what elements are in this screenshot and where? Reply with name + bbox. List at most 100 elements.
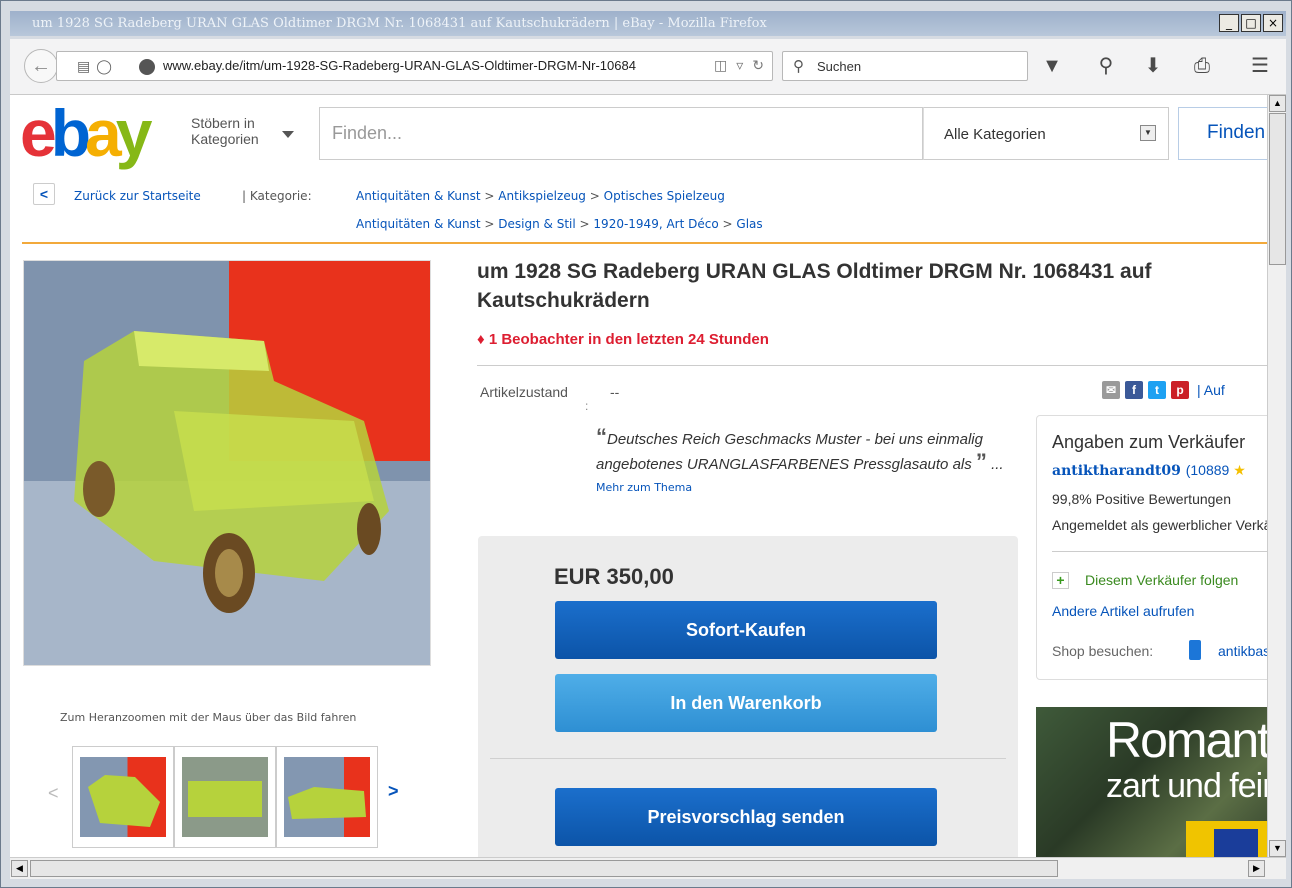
scroll-right-arrow-icon[interactable]: ▶ (1248, 860, 1265, 877)
url-bar-icons: ▤ ◯ (77, 58, 112, 75)
close-button[interactable]: × (1263, 14, 1283, 32)
chevron-down-icon[interactable] (282, 131, 294, 138)
vertical-scroll-thumb[interactable] (1269, 113, 1286, 265)
scroll-left-arrow-icon[interactable]: ◀ (11, 860, 28, 877)
breadcrumb-separator: > (579, 217, 594, 231)
buy-box-divider (490, 758, 1006, 759)
ad-headline: Romantik (1106, 712, 1267, 768)
browser-window: um 1928 SG Radeberg URAN GLAS Oldtimer D… (0, 0, 1292, 888)
seller-feedback-score[interactable]: (10889 ★ (1186, 462, 1246, 478)
shop-name-link[interactable]: antikbasis (1218, 643, 1267, 659)
zoom-hint: Zum Heranzoomen mit der Maus über das Bi… (60, 711, 357, 724)
find-button[interactable]: Finden (1178, 107, 1267, 160)
thumb-prev-icon[interactable]: < (48, 783, 59, 804)
browse-categories[interactable]: Stöbern in Kategorien (191, 115, 259, 147)
category-label: | Kategorie: (242, 189, 312, 203)
seller-heading: Angaben zum Verkäufer (1052, 432, 1246, 452)
follow-seller-link[interactable]: Diesem Verkäufer folgen (1085, 572, 1238, 588)
minimize-button[interactable]: _ (1219, 14, 1239, 32)
breadcrumb-path-2: Antiquitäten & Kunst > Design & Stil > 1… (356, 217, 763, 231)
other-items-link[interactable]: Andere Artikel aufrufen (1052, 603, 1194, 619)
breadcrumb-link[interactable]: Antikspielzeug (498, 189, 586, 203)
breadcrumb-separator: > (484, 217, 499, 231)
browse-line1: Stöbern in (191, 115, 255, 131)
horizontal-scroll-thumb[interactable] (30, 860, 1058, 877)
breadcrumb-separator: > (484, 189, 499, 203)
add-to-cart-button[interactable]: In den Warenkorb (555, 674, 937, 732)
item-price: EUR 350,00 (554, 564, 674, 589)
ad-subline: zart und fein (1106, 767, 1267, 805)
menu-icon[interactable]: ☰ (1248, 54, 1272, 78)
breadcrumb-link[interactable]: Design & Stil (498, 217, 575, 231)
thumbnail-3[interactable] (276, 746, 378, 848)
buy-now-button[interactable]: Sofort-Kaufen (555, 601, 937, 659)
window-controls: _ □ × (1219, 14, 1283, 32)
ebay-page: ebay Stöbern in Kategorien Finden... All… (10, 95, 1267, 857)
category-select[interactable]: Alle Kategorien ▼ (923, 107, 1169, 160)
back-to-home-link[interactable]: Zurück zur Startseite (74, 189, 201, 203)
positive-feedback: 99,8% Positive Bewertungen (1052, 491, 1231, 507)
seller-divider (1052, 551, 1267, 552)
url-text[interactable]: www.ebay.de/itm/um-1928-SG-Radeberg-URAN… (163, 58, 636, 73)
search-icon: ⚲ (793, 58, 804, 75)
breadcrumb-link[interactable]: Antiquitäten & Kunst (356, 189, 481, 203)
url-bar-tools: ◫ ▿ ↻ (714, 57, 764, 74)
watchers-text: 1 Beobachter in den letzten 24 Stunden (488, 331, 769, 348)
header-divider (22, 242, 1267, 244)
twitter-icon[interactable]: t (1148, 381, 1166, 399)
seller-quote: “Deutsches Reich Geschmacks Muster - bei… (596, 426, 1016, 499)
browser-search-box[interactable]: ⚲ Suchen (782, 51, 1028, 81)
share-icons: ✉ f t p | Auf (1102, 381, 1225, 399)
category-select-value: Alle Kategorien (944, 126, 1046, 143)
download-icon[interactable]: ⬇ (1141, 54, 1165, 78)
breadcrumb-link[interactable]: Glas (736, 217, 762, 231)
plus-icon[interactable]: + (1052, 572, 1069, 589)
seller-type: Angemeldet als gewerblicher Verkäufer (1052, 517, 1267, 533)
globe-icon[interactable] (139, 59, 155, 75)
shop-label: Shop besuchen: (1052, 643, 1154, 659)
reader-view-icon[interactable]: ◫ (714, 57, 727, 74)
seller-name-link[interactable]: antiktharandt09 (1052, 463, 1181, 479)
advertisement-banner[interactable]: Romantik zart und fein (1036, 707, 1267, 857)
product-main-image[interactable] (23, 260, 431, 666)
ebay-logo[interactable]: ebay (20, 100, 152, 166)
facebook-icon[interactable]: f (1125, 381, 1143, 399)
reload-icon[interactable]: ↻ (752, 57, 764, 74)
scroll-down-arrow-icon[interactable]: ▼ (1269, 840, 1286, 857)
search-icon[interactable]: ⚲ (1094, 54, 1118, 78)
breadcrumb-link[interactable]: Antiquitäten & Kunst (356, 217, 481, 231)
shop-icon[interactable] (1189, 640, 1201, 660)
print-icon[interactable]: ⎙ (1190, 54, 1214, 78)
find-input[interactable]: Finden... (319, 107, 923, 160)
thumb-next-icon[interactable]: > (388, 781, 399, 802)
thumbnail-1[interactable] (72, 746, 174, 848)
share-more-link[interactable]: | Auf (1197, 382, 1225, 398)
thumbnail-2[interactable] (174, 746, 276, 848)
window-title: um 1928 SG Radeberg URAN GLAS Oldtimer D… (32, 16, 767, 31)
shield-icon[interactable]: ◯ (96, 58, 112, 75)
make-offer-button[interactable]: Preisvorschlag senden (555, 788, 937, 846)
back-chevron-icon[interactable]: < (33, 183, 55, 205)
vertical-scrollbar[interactable]: ▲ ▼ (1267, 95, 1286, 857)
reader-list-icon[interactable]: ▤ (77, 58, 90, 75)
thumbnail-image (182, 757, 268, 837)
dropdown-icon[interactable]: ▿ (736, 57, 743, 74)
browse-line2: Kategorien (191, 131, 259, 147)
search-input[interactable]: Suchen (817, 59, 861, 74)
scroll-up-arrow-icon[interactable]: ▲ (1269, 95, 1286, 112)
pinterest-icon[interactable]: p (1171, 381, 1189, 399)
horizontal-scrollbar[interactable]: ◀ ▶ (10, 857, 1286, 879)
maximize-button[interactable]: □ (1241, 14, 1261, 32)
glass-car-photo (24, 261, 430, 665)
url-bar[interactable]: ▤ ◯ www.ebay.de/itm/um-1928-SG-Radeberg-… (56, 51, 773, 81)
thumbnail-image (80, 757, 166, 837)
breadcrumb-path-1: Antiquitäten & Kunst > Antikspielzeug > … (356, 189, 725, 203)
email-icon[interactable]: ✉ (1102, 381, 1120, 399)
breadcrumb-link[interactable]: Optisches Spielzeug (604, 189, 725, 203)
pocket-icon[interactable]: ▼ (1040, 54, 1064, 78)
back-arrow-icon[interactable]: ← (24, 49, 58, 83)
breadcrumb-link[interactable]: 1920-1949, Art Déco (593, 217, 718, 231)
more-about-topic-link[interactable]: Mehr zum Thema (596, 481, 692, 494)
window-title-bar: um 1928 SG Radeberg URAN GLAS Oldtimer D… (10, 11, 1286, 36)
dropdown-arrow-icon[interactable]: ▼ (1140, 125, 1156, 141)
